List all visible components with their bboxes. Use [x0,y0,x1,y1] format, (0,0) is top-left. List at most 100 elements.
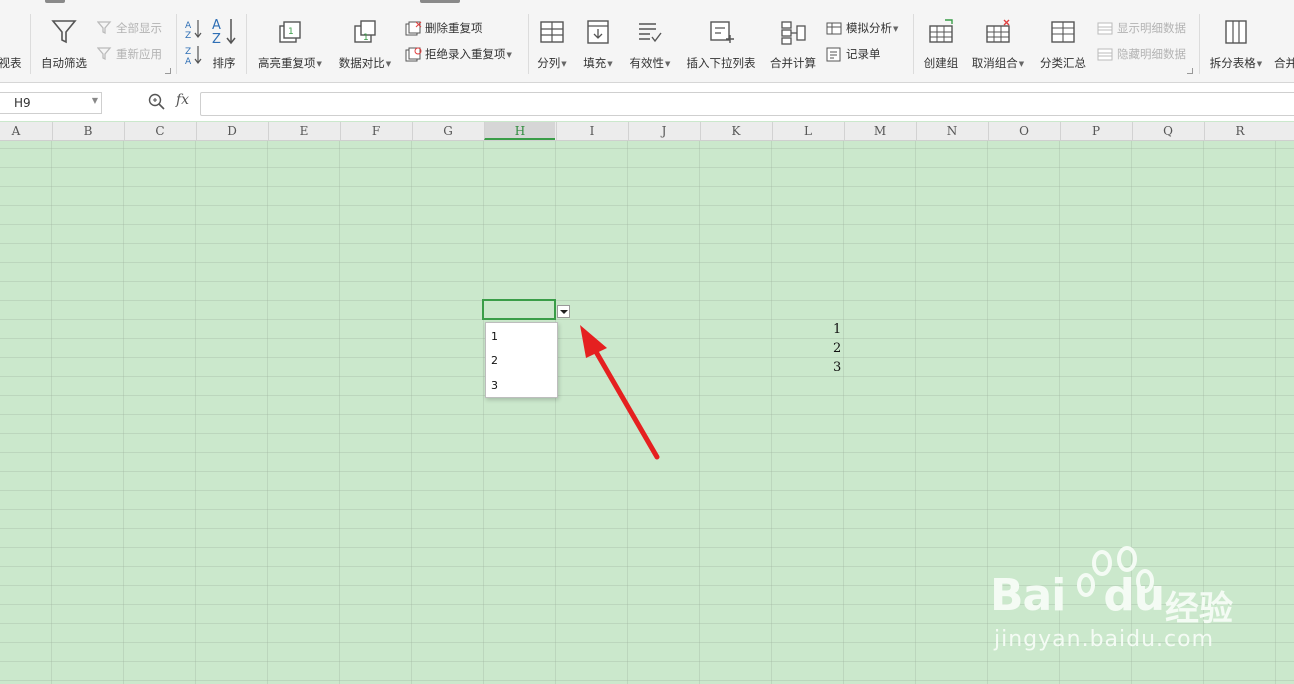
column-header-r[interactable]: R [1204,122,1275,140]
sort-descending-icon: ZA [185,46,202,66]
svg-text:1: 1 [363,33,369,43]
column-header-j[interactable]: J [628,122,699,140]
column-header-o[interactable]: O [988,122,1059,140]
separator [30,14,31,74]
column-header-h[interactable]: H [484,122,555,140]
consolidate-label: 合并计算 [770,56,816,70]
highlight-duplicates-label: 高亮重复项▼ [258,56,322,70]
column-header-n[interactable]: N [916,122,987,140]
what-if-analysis-label: 模拟分析▼ [846,21,899,35]
split-column-label: 分列▼ [537,56,567,70]
fill-button[interactable]: 填充▼ [580,8,616,74]
cell-l10[interactable]: 1 [833,322,841,337]
filter-reapply-icon [97,47,112,61]
column-headers: ABCDEFGHIJKLMNOPQR [0,122,1294,141]
column-header-i[interactable]: I [556,122,627,140]
insert-function-button[interactable]: fx [176,92,189,108]
column-header-c[interactable]: C [124,122,195,140]
name-box[interactable]: H9 ▼ [0,92,102,114]
name-box-dropdown-icon[interactable]: ▼ [92,96,98,105]
column-header-k[interactable]: K [700,122,771,140]
dropdown-option[interactable]: 3 [491,379,498,392]
column-header-a[interactable]: A [0,122,51,140]
reapply-label: 重新应用 [116,47,162,61]
column-header-d[interactable]: D [196,122,267,140]
delete-duplicates-icon [405,21,422,35]
svg-text:A: A [185,57,192,66]
reject-duplicates-label: 拒绝录入重复项▼ [425,47,512,61]
separator [246,14,247,74]
data-compare-button[interactable]: 1 数据对比▼ [334,8,396,74]
cell-l12[interactable]: 3 [833,360,841,375]
split-table-button[interactable]: 拆分表格▼ [1205,8,1267,74]
consolidate-icon [781,21,806,45]
tab-data[interactable] [420,0,460,3]
split-table-label: 拆分表格▼ [1209,56,1263,70]
split-column-button[interactable]: 分列▼ [534,8,570,74]
formula-bar: H9 ▼ fx [0,83,1294,121]
delete-duplicates-button[interactable]: 删除重复项 [405,20,483,36]
active-cell-h9[interactable] [482,299,556,320]
filter-clear-icon [97,21,112,35]
highlight-duplicates-button[interactable]: 1 高亮重复项▼ [252,8,328,74]
data-compare-icon: 1 [354,20,376,43]
record-form-button[interactable]: 记录单 [826,46,881,62]
what-if-analysis-button[interactable]: 模拟分析▼ [826,20,898,36]
consolidate-button[interactable]: 合并计算 [765,8,821,74]
cell-dropdown-button[interactable] [557,305,570,318]
insert-dropdown-list-button[interactable]: 插入下拉列表 [682,8,760,74]
group-launcher-icon[interactable] [1187,68,1193,74]
data-validity-button[interactable]: 有效性▼ [626,8,674,74]
svg-text:Z: Z [185,31,191,40]
sort-descending-button[interactable]: ZA [185,44,203,66]
zoom-icon[interactable] [148,93,166,111]
what-if-analysis-icon [826,22,842,34]
separator [528,14,529,74]
delete-duplicates-label: 删除重复项 [425,21,483,35]
reapply-button[interactable]: 重新应用 [97,46,162,62]
formula-input[interactable] [200,92,1294,116]
ribbon-tab-strip [0,0,1294,6]
svg-text:1: 1 [288,27,294,37]
column-header-b[interactable]: B [52,122,123,140]
split-table-icon [1225,20,1247,44]
sort-button[interactable]: A Z 排序 [206,8,242,74]
column-header-g[interactable]: G [412,122,483,140]
subtotal-icon [1051,21,1075,43]
ungroup-button[interactable]: 取消组合▼ [968,8,1028,74]
insert-dropdown-list-icon [710,21,734,43]
split-column-icon [540,21,564,43]
svg-text:Z: Z [212,32,221,46]
column-header-e[interactable]: E [268,122,339,140]
hide-detail-icon [1097,48,1113,60]
create-group-button[interactable]: 创建组 [918,8,964,74]
cell-l11[interactable]: 2 [833,341,841,356]
data-validity-label: 有效性▼ [629,56,671,70]
subtotal-label: 分类汇总 [1040,56,1086,70]
watermark-url: jingyan.baidu.com [994,627,1215,652]
column-header-f[interactable]: F [340,122,411,140]
merge-table-partial-button[interactable]: 合并 [1274,8,1294,74]
column-header-q[interactable]: Q [1132,122,1203,140]
column-header-m[interactable]: M [844,122,915,140]
show-all-button[interactable]: 全部显示 [97,20,162,36]
highlight-duplicates-icon: 1 [279,21,301,43]
baidu-jingyan-watermark: Bai du 经验 jingyan.baidu.com [990,545,1290,665]
reject-duplicates-button[interactable]: 拒绝录入重复项▼ [405,46,512,62]
record-form-label: 记录单 [846,47,881,61]
sort-ascending-icon: AZ [185,20,202,40]
column-header-p[interactable]: P [1060,122,1131,140]
subtotal-button[interactable]: 分类汇总 [1036,8,1090,74]
separator [913,14,914,74]
group-launcher-icon[interactable] [165,68,171,74]
tab-fragment[interactable] [45,0,65,3]
hide-detail-button[interactable]: 隐藏明细数据 [1097,46,1186,62]
column-header-l[interactable]: L [772,122,843,140]
auto-filter-label: 自动筛选 [41,56,87,70]
dropdown-option[interactable]: 1 [491,330,498,343]
show-detail-button[interactable]: 显示明细数据 [1097,20,1186,36]
auto-filter-button[interactable]: 自动筛选 [36,8,92,74]
pivot-table-partial-button[interactable]: 视表 [0,8,24,74]
sort-ascending-button[interactable]: AZ [185,18,203,40]
dropdown-option[interactable]: 2 [491,354,498,367]
